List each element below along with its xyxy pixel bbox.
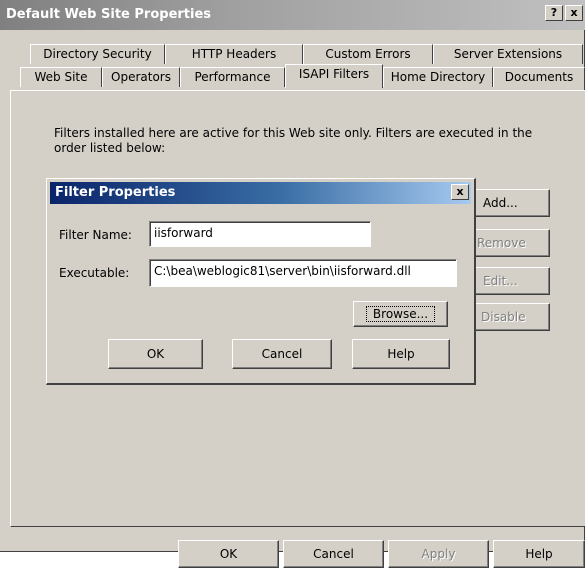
browse-button[interactable]: Browse... bbox=[353, 301, 448, 327]
help-button[interactable]: ? bbox=[545, 5, 563, 21]
remove-filter-button[interactable]: Remove bbox=[472, 229, 550, 257]
browse-button-label: Browse... bbox=[365, 306, 436, 322]
add-filter-button[interactable]: Add... bbox=[472, 189, 550, 217]
tab-server-extensions[interactable]: Server Extensions bbox=[433, 44, 583, 64]
tab-home-directory[interactable]: Home Directory bbox=[383, 67, 493, 87]
dialog-titlebar[interactable]: Filter Properties x bbox=[50, 182, 471, 204]
tab-custom-errors[interactable]: Custom Errors bbox=[303, 44, 433, 64]
dialog-close-button[interactable]: x bbox=[451, 184, 469, 200]
help-icon: ? bbox=[550, 6, 558, 19]
dialog-cancel-button[interactable]: Cancel bbox=[232, 339, 332, 369]
close-icon: x bbox=[570, 6, 578, 19]
executable-label: Executable: bbox=[59, 266, 130, 280]
window-title: Default Web Site Properties bbox=[6, 7, 212, 22]
window-titlebar[interactable]: Default Web Site Properties ? x bbox=[0, 0, 585, 30]
close-button[interactable]: x bbox=[565, 5, 583, 21]
ok-button[interactable]: OK bbox=[178, 540, 279, 568]
tab-operators[interactable]: Operators bbox=[102, 67, 180, 87]
filter-name-label: Filter Name: bbox=[59, 228, 132, 242]
panel-description: Filters installed here are active for th… bbox=[54, 126, 533, 155]
disable-filter-button[interactable]: Disable bbox=[472, 303, 550, 331]
dialog-help-button[interactable]: Help bbox=[352, 339, 450, 369]
tab-directory-security[interactable]: Directory Security bbox=[30, 44, 165, 64]
tab-web-site[interactable]: Web Site bbox=[20, 67, 102, 87]
tab-performance[interactable]: Performance bbox=[180, 67, 285, 87]
tab-http-headers[interactable]: HTTP Headers bbox=[165, 44, 303, 64]
dialog-title: Filter Properties bbox=[55, 185, 176, 200]
dialog-ok-button[interactable]: OK bbox=[108, 339, 203, 369]
filter-name-field[interactable]: iisforward bbox=[149, 221, 371, 247]
filter-properties-dialog: Filter Properties x Filter Name: iisforw… bbox=[46, 178, 476, 385]
edit-filter-button[interactable]: Edit... bbox=[472, 267, 550, 295]
apply-button[interactable]: Apply bbox=[388, 540, 489, 568]
tab-documents[interactable]: Documents bbox=[493, 67, 585, 87]
executable-field[interactable]: C:\bea\weblogic81\server\bin\iisforward.… bbox=[149, 259, 457, 287]
help-footer-button[interactable]: Help bbox=[493, 540, 585, 568]
cancel-button[interactable]: Cancel bbox=[283, 540, 384, 568]
tab-isapi-filters[interactable]: ISAPI Filters bbox=[285, 64, 383, 88]
close-icon: x bbox=[456, 185, 464, 198]
